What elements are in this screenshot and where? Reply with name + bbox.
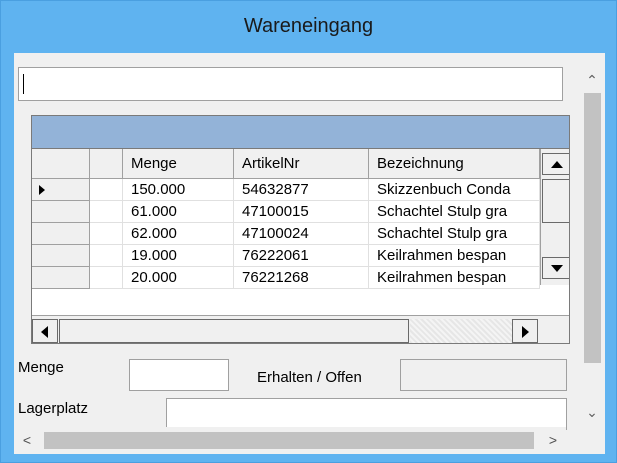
lagerplatz-label: Lagerplatz (18, 400, 89, 417)
chevron-right-icon[interactable]: > (540, 427, 566, 454)
triangle-right-icon (522, 326, 529, 338)
grid-cell (90, 245, 123, 267)
lagerplatz-field[interactable] (166, 398, 567, 430)
cell-artikelnr[interactable]: 76222061 (234, 245, 369, 267)
text-caret (23, 74, 24, 94)
cell-menge[interactable]: 19.000 (123, 245, 234, 267)
form-horizontal-scroll-thumb[interactable] (44, 432, 534, 449)
cell-menge[interactable]: 20.000 (123, 267, 234, 289)
form-vertical-scroll-thumb[interactable] (584, 93, 601, 363)
cell-bezeichnung[interactable]: Schachtel Stulp gra (369, 223, 540, 245)
cell-bezeichnung[interactable]: Keilrahmen bespan (369, 245, 540, 267)
form-client-area: Menge ArtikelNr Bezeichnung 150.000 5463… (14, 53, 605, 454)
grid-cell (90, 201, 123, 223)
row-selector[interactable] (32, 223, 90, 245)
cell-artikelnr[interactable]: 76221268 (234, 267, 369, 289)
grid-cell (90, 179, 123, 201)
grid-corner-header (32, 149, 90, 179)
cell-artikelnr[interactable]: 54632877 (234, 179, 369, 201)
triangle-down-icon (551, 265, 563, 272)
column-header-bezeichnung[interactable]: Bezeichnung (369, 149, 540, 179)
erhalten-offen-label: Erhalten / Offen (257, 369, 362, 386)
grid-vertical-scrollbar[interactable] (540, 149, 569, 285)
data-grid[interactable]: Menge ArtikelNr Bezeichnung 150.000 5463… (31, 115, 570, 344)
triangle-left-icon (41, 326, 48, 338)
form-horizontal-scrollbar[interactable]: < > (14, 427, 566, 454)
grid-caption-bar (32, 116, 569, 149)
search-input[interactable] (18, 67, 563, 101)
erhalten-offen-field (400, 359, 567, 391)
window-title: Wareneingang (243, 15, 374, 37)
triangle-up-icon (551, 161, 563, 168)
cell-menge[interactable]: 150.000 (123, 179, 234, 201)
cell-artikelnr[interactable]: 47100015 (234, 201, 369, 223)
row-selector[interactable] (32, 179, 90, 201)
row-selector[interactable] (32, 201, 90, 223)
grid-scroll-right-button[interactable] (512, 319, 538, 343)
column-header-artikelnr[interactable]: ArtikelNr (234, 149, 369, 179)
grid-scroll-left-button[interactable] (32, 319, 58, 343)
app-window: Wareneingang Menge ArtikelNr Bezeichnung… (0, 0, 617, 463)
row-pointer-icon (39, 185, 45, 195)
cell-menge[interactable]: 62.000 (123, 223, 234, 245)
row-selector[interactable] (32, 267, 90, 289)
cell-menge[interactable]: 61.000 (123, 201, 234, 223)
menge-field[interactable] (129, 359, 229, 391)
cell-bezeichnung[interactable]: Keilrahmen bespan (369, 267, 540, 289)
grid-cell (90, 267, 123, 289)
grid-horizontal-scrollbar[interactable] (32, 315, 569, 343)
row-selector[interactable] (32, 245, 90, 267)
chevron-left-icon[interactable]: < (14, 427, 40, 454)
grid-horizontal-scroll-thumb[interactable] (59, 319, 409, 343)
cell-bezeichnung[interactable]: Skizzenbuch Conda (369, 179, 540, 201)
cell-artikelnr[interactable]: 47100024 (234, 223, 369, 245)
grid-scroll-down-button[interactable] (542, 257, 569, 279)
chevron-up-icon[interactable]: ⌃ (579, 67, 605, 93)
cell-bezeichnung[interactable]: Schachtel Stulp gra (369, 201, 540, 223)
column-header-menge[interactable]: Menge (123, 149, 234, 179)
grid-scroll-up-button[interactable] (542, 153, 569, 175)
form-vertical-scrollbar[interactable]: ⌃ ⌄ (579, 67, 605, 454)
grid-vertical-scroll-thumb[interactable] (542, 179, 569, 223)
chevron-down-icon[interactable]: ⌄ (579, 399, 605, 425)
grid-blank-header (90, 149, 123, 179)
menge-label: Menge (18, 359, 64, 376)
grid-cell (90, 223, 123, 245)
